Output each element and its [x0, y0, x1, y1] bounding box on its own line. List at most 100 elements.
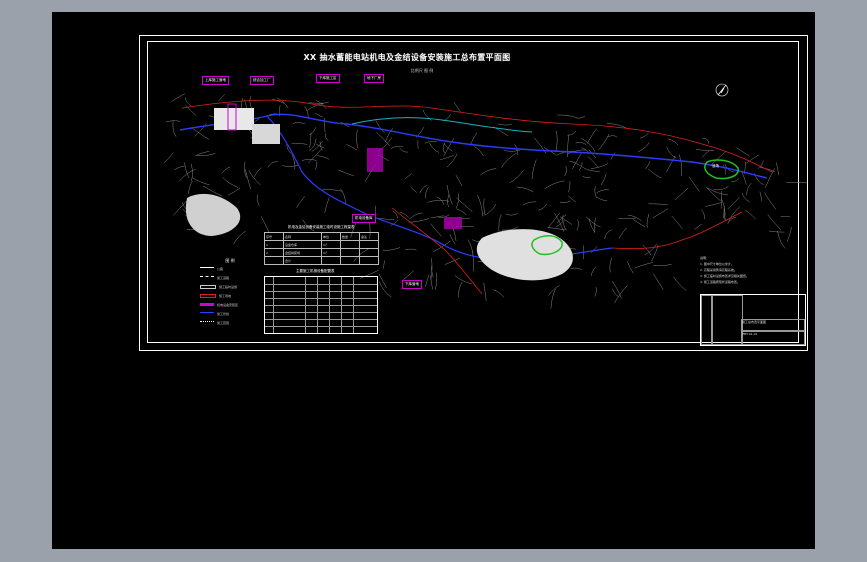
- legend-symbol: [200, 311, 214, 316]
- contour-line: [221, 166, 231, 174]
- contour-line: [458, 281, 463, 298]
- contour-line: [233, 230, 247, 245]
- contour-line: [424, 141, 437, 144]
- contour-line: [745, 209, 756, 220]
- equipment-table: [264, 276, 378, 334]
- contour-line: [324, 197, 330, 213]
- contour-line: [637, 142, 650, 153]
- contour-line: [736, 147, 750, 157]
- contour-line: [522, 201, 537, 206]
- contour-line: [652, 208, 669, 219]
- contour-line: [402, 270, 414, 280]
- contour-line: [746, 182, 752, 196]
- contour-line: [408, 218, 430, 223]
- contour-line: [430, 275, 433, 290]
- table-grid-line: [265, 305, 377, 306]
- contour-line: [172, 120, 177, 137]
- contour-line: [282, 164, 299, 167]
- contour-line: [576, 219, 579, 231]
- table-grid-line: [329, 277, 330, 333]
- contour-line: [427, 200, 450, 203]
- table-cell: 合计: [283, 256, 322, 265]
- table-header-cell: 序号: [264, 232, 284, 241]
- contour-line: [505, 213, 518, 216]
- contour-line: [585, 216, 601, 228]
- contour-line: [531, 159, 537, 180]
- contour-line: [705, 202, 722, 207]
- contour-line: [296, 196, 305, 208]
- table-row: 1 设备仓库 m²: [264, 240, 380, 249]
- contour-line: [301, 159, 317, 161]
- contour-line: [639, 132, 649, 139]
- contour-line: [596, 189, 609, 194]
- contour-line: [780, 216, 791, 218]
- contour-line: [453, 102, 462, 113]
- legend-item: 施工场地: [200, 291, 260, 300]
- contour-line: [777, 230, 786, 249]
- contour-line: [173, 201, 187, 216]
- legend-item: 施工道路: [200, 273, 260, 282]
- table-header-cell: 备注: [358, 232, 380, 241]
- river-line: [179, 113, 768, 179]
- contour-line: [191, 127, 210, 140]
- contour-line: [594, 186, 597, 198]
- contour-line: [375, 120, 385, 134]
- table-cell: [358, 248, 380, 257]
- contour-line: [572, 152, 582, 170]
- table-grid-line: [265, 326, 377, 327]
- contour-line: [382, 247, 401, 251]
- contour-line: [627, 261, 634, 274]
- contour-line: [567, 130, 577, 136]
- table-row: 合计: [264, 256, 380, 265]
- contour-line: [430, 215, 444, 219]
- contour-line: [430, 223, 442, 237]
- table-grid-line: [353, 277, 354, 333]
- callout-3: 下库施工区: [316, 74, 340, 83]
- spoil-area-label: 渣场: [712, 164, 719, 168]
- contour-line: [646, 213, 650, 228]
- contour-line: [383, 260, 385, 269]
- callout-4: 地下厂房: [364, 74, 384, 83]
- powerhouse-area: [252, 124, 280, 144]
- contour-line: [701, 209, 705, 220]
- north-arrow-icon: [715, 83, 729, 97]
- contour-line: [548, 285, 560, 296]
- contour-line: [190, 163, 193, 182]
- contour-line: [308, 102, 329, 104]
- contour-line: [429, 142, 440, 153]
- contour-line: [556, 214, 567, 224]
- contour-line: [509, 169, 525, 184]
- contour-line: [456, 197, 473, 212]
- contour-line: [425, 274, 430, 287]
- contour-line: [472, 250, 474, 272]
- lower-works: [476, 229, 573, 281]
- contour-line: [786, 226, 792, 242]
- contour-line: [338, 169, 354, 177]
- contour-line: [309, 132, 312, 148]
- contour-line: [291, 142, 308, 145]
- table-cell: [339, 248, 360, 257]
- contour-line: [645, 161, 651, 170]
- contour-line: [595, 196, 608, 202]
- contour-line: [590, 266, 597, 277]
- table-grid-line: [265, 298, 377, 299]
- table-cell: 2: [264, 248, 284, 257]
- contour-line: [557, 114, 578, 119]
- legend-symbol: [200, 275, 214, 280]
- table1-title: 机电及金结设备安装施工临时设施工程量表: [288, 225, 355, 229]
- contour-line: [501, 152, 517, 168]
- contour-line: [314, 161, 318, 170]
- contour-line: [618, 227, 627, 239]
- contour-line: [467, 239, 474, 256]
- callout-1: 上库施工营地: [202, 76, 229, 85]
- contour-line: [455, 174, 463, 187]
- table-cell: [358, 256, 380, 265]
- contour-line: [604, 229, 612, 240]
- contour-line: [767, 214, 782, 231]
- contour-line: [483, 198, 486, 215]
- table-grid-line: [265, 312, 377, 313]
- contour-line: [544, 180, 565, 190]
- legend-symbol: [200, 284, 216, 289]
- contour-line: [497, 123, 512, 126]
- contour-line: [440, 155, 454, 161]
